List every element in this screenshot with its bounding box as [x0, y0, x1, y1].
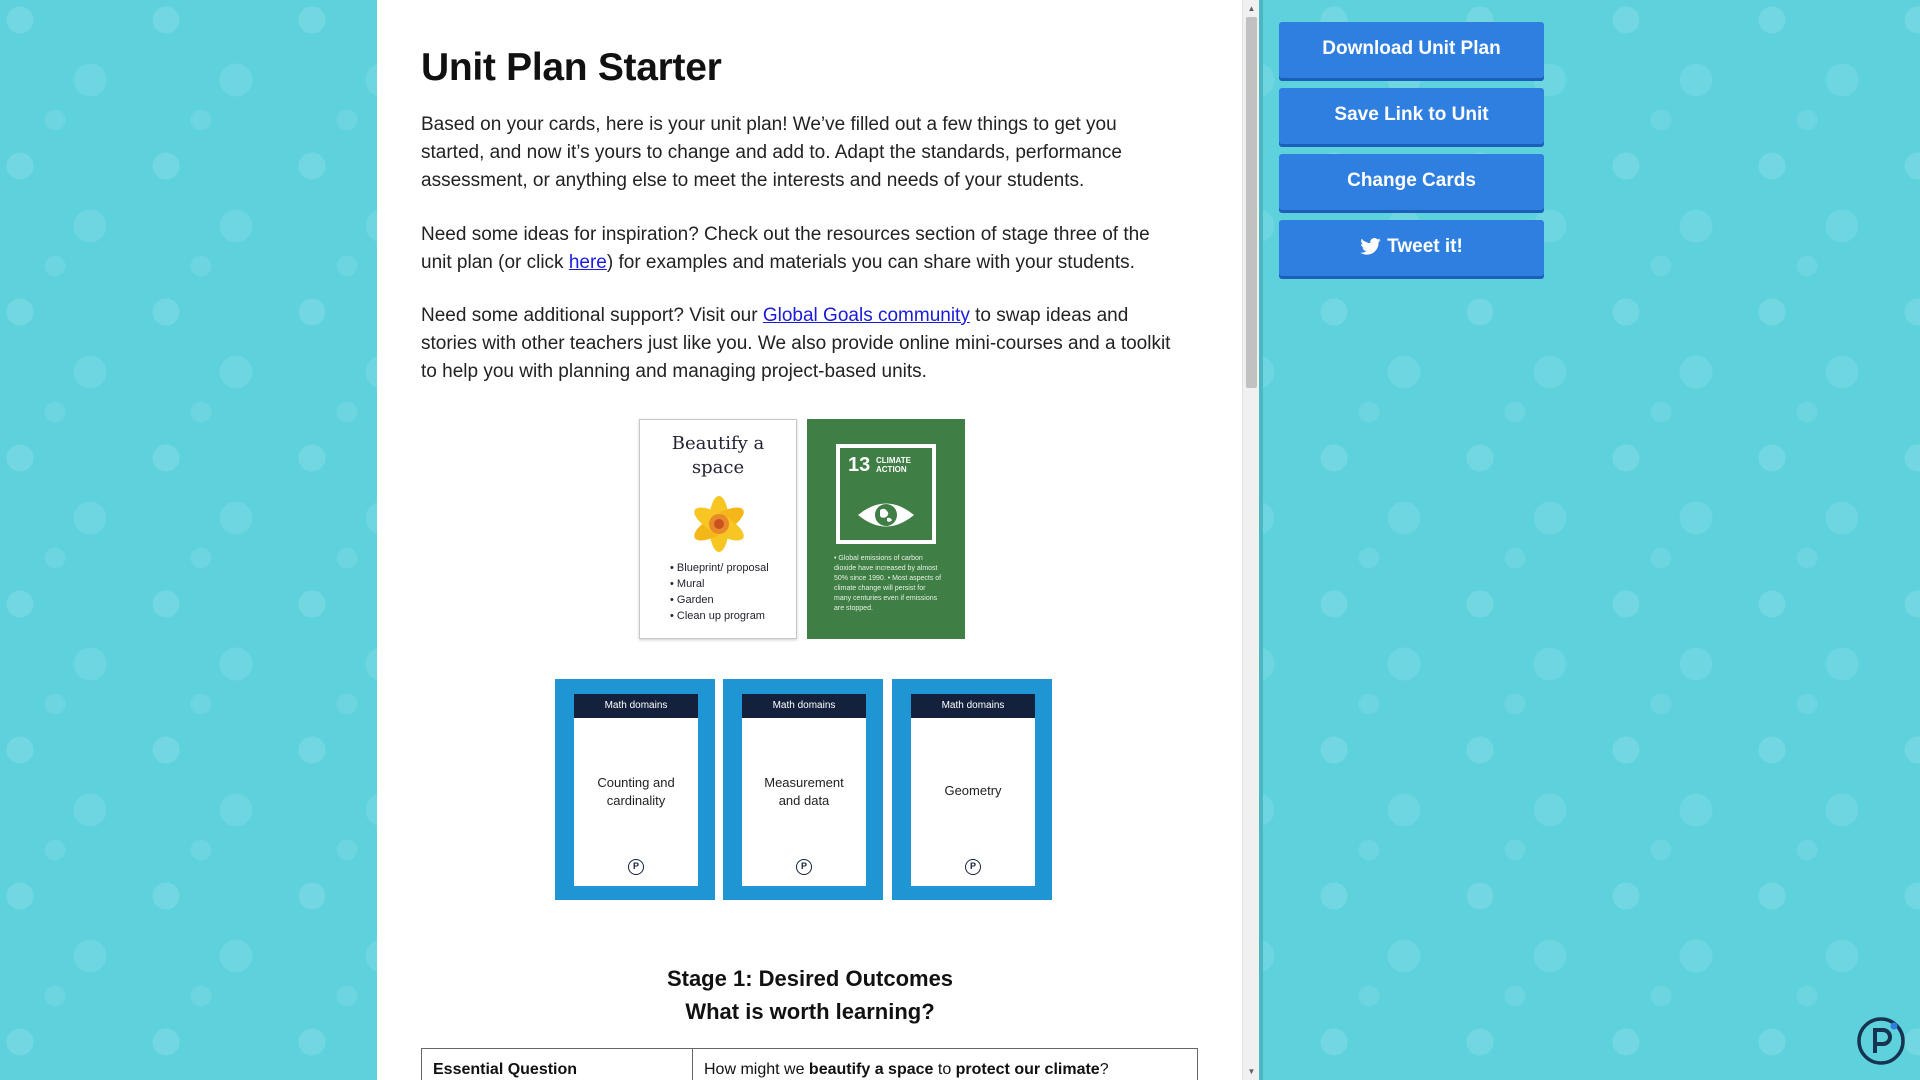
question-text: to: [933, 1061, 956, 1078]
table-row: Essential Question How might we beautify…: [421, 1048, 1198, 1080]
brand-logo-icon[interactable]: [1856, 1016, 1906, 1066]
tweet-button[interactable]: Tweet it!: [1279, 220, 1544, 276]
unit-plan-document: Unit Plan Starter Based on your cards, h…: [377, 0, 1242, 1080]
vertical-scrollbar[interactable]: ▲ ▼: [1242, 0, 1259, 1080]
save-link-button[interactable]: Save Link to Unit: [1279, 88, 1544, 144]
scrollbar-thumb[interactable]: [1246, 17, 1257, 388]
change-cards-button[interactable]: Change Cards: [1279, 154, 1544, 210]
scroll-down-arrow-icon[interactable]: ▼: [1243, 1063, 1260, 1080]
tweet-button-label: Tweet it!: [1387, 236, 1463, 257]
essential-question-label: Essential Question: [421, 1048, 693, 1080]
question-text: ?: [1099, 1061, 1109, 1078]
question-bold-2: protect our climate: [955, 1061, 1100, 1078]
essential-question-value[interactable]: How might we beautify a space to protect…: [692, 1048, 1198, 1080]
stage1-subheading: What is worth learning?: [685, 999, 935, 1024]
divider: [1259, 0, 1263, 1080]
essential-question-table: Essential Question How might we beautify…: [421, 1048, 1198, 1080]
twitter-icon: [1360, 238, 1381, 256]
question-text: How might we: [704, 1061, 809, 1078]
scroll-up-arrow-icon[interactable]: ▲: [1243, 0, 1260, 17]
question-bold-1: beautify a space: [808, 1061, 934, 1078]
stage1-heading-block: Stage 1: Desired Outcomes What is worth …: [421, 962, 1199, 1028]
stage1-heading: Stage 1: Desired Outcomes: [666, 966, 954, 991]
download-unit-plan-button[interactable]: Download Unit Plan: [1279, 22, 1544, 78]
